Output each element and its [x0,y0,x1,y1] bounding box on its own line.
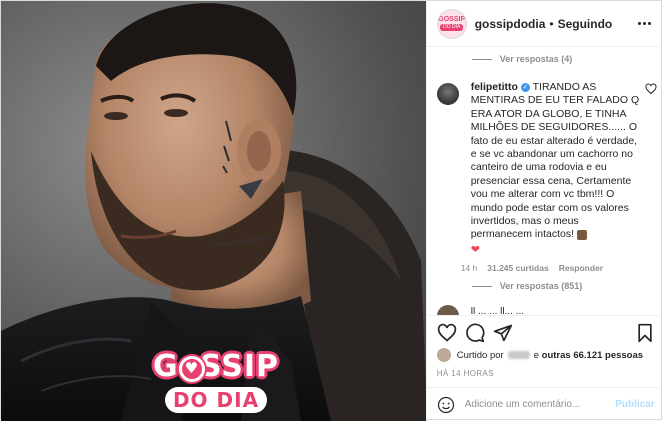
comment-meta: 14 h 31.245 curtidas Responder [461,263,603,273]
comment-text: TIRANDO AS MENTIRAS DE EU TER FALADO Q E… [470,81,640,241]
instagram-post: O mundo é de quem ... G ♥ SSIP DO DIA GO… [0,0,662,421]
comment-likes-count[interactable]: 31.245 curtidas [487,263,548,273]
replies-dash [471,58,492,60]
view-replies-link-2[interactable]: Ver respostas (851) [471,281,583,291]
comment-like-heart-icon[interactable] [645,83,657,95]
comment-item: felipetitto ✓ TIRANDO AS MENTIRAS DE EU … [436,81,657,257]
comment-bubble-icon[interactable] [465,323,485,343]
heart-o-icon: ♥ [178,352,205,382]
view-replies-label: Ver respostas (4) [499,54,573,64]
post-side-panel: GOSSIP DO DIA gossipdodia • Seguindo Ver… [425,1,662,421]
liked-by-conjunction: e [533,349,540,361]
add-comment-bar: Publicar [426,387,662,421]
next-comment-preview: ll ... ... ll... ... [470,307,525,315]
add-comment-input[interactable] [464,399,615,410]
comments-list[interactable]: Ver respostas (4) felipetitto ✓ TIRANDO … [427,47,662,315]
comment-body: felipetitto ✓ TIRANDO AS MENTIRAS DE EU … [471,81,641,257]
comment-time: 14 h [460,263,478,273]
logo-letters-ssip: SSIP [199,349,279,384]
commenter-avatar[interactable] [436,83,459,105]
others-likes-count[interactable]: outras 66.121 pessoas [542,350,643,361]
action-bar [426,315,662,345]
woman-emoji-icon [576,229,587,240]
liker-avatar[interactable] [436,348,451,362]
view-replies-label: Ver respostas (851) [499,281,583,291]
account-username[interactable]: gossipdodia [475,17,546,31]
account-avatar[interactable]: GOSSIP DO DIA [436,8,467,39]
verified-badge-icon: ✓ [520,82,530,92]
emoji-smile-icon[interactable] [437,396,455,414]
follow-status-button[interactable]: Seguindo [558,17,613,31]
like-heart-icon[interactable] [437,323,457,343]
logo-do-dia-pill: DO DIA [165,387,267,413]
liked-by-line: Curtido por e outras 66.121 pessoas [436,348,643,362]
red-heart-emoji: ❤ [470,243,480,256]
replies-dash [471,285,492,287]
blurred-username[interactable] [507,351,530,359]
next-commenter-avatar[interactable] [436,305,459,315]
header-separator: • [549,16,554,31]
logo-heart: ♥ [184,358,200,377]
view-replies-link[interactable]: Ver respostas (4) [471,54,573,64]
publish-button[interactable]: Publicar [615,399,654,410]
more-options-icon[interactable] [635,15,655,31]
gossip-do-dia-logo: G ♥ SSIP DO DIA [153,349,279,413]
post-header: GOSSIP DO DIA gossipdodia • Seguindo [426,1,662,47]
commenter-username[interactable]: felipetitto [471,81,518,93]
reply-button[interactable]: Responder [559,263,603,273]
share-send-icon[interactable] [493,323,513,343]
save-bookmark-icon[interactable] [635,323,655,343]
post-timestamp[interactable]: HÁ 14 HORAS [437,369,494,378]
post-photo[interactable]: O mundo é de quem ... G ♥ SSIP DO DIA [1,1,426,421]
logo-letter-g: G [153,349,179,384]
liked-by-prefix: Curtido por [456,349,504,361]
avatar-text-bottom: DO DIA [440,24,464,31]
avatar-text-top: GOSSIP [438,16,466,23]
